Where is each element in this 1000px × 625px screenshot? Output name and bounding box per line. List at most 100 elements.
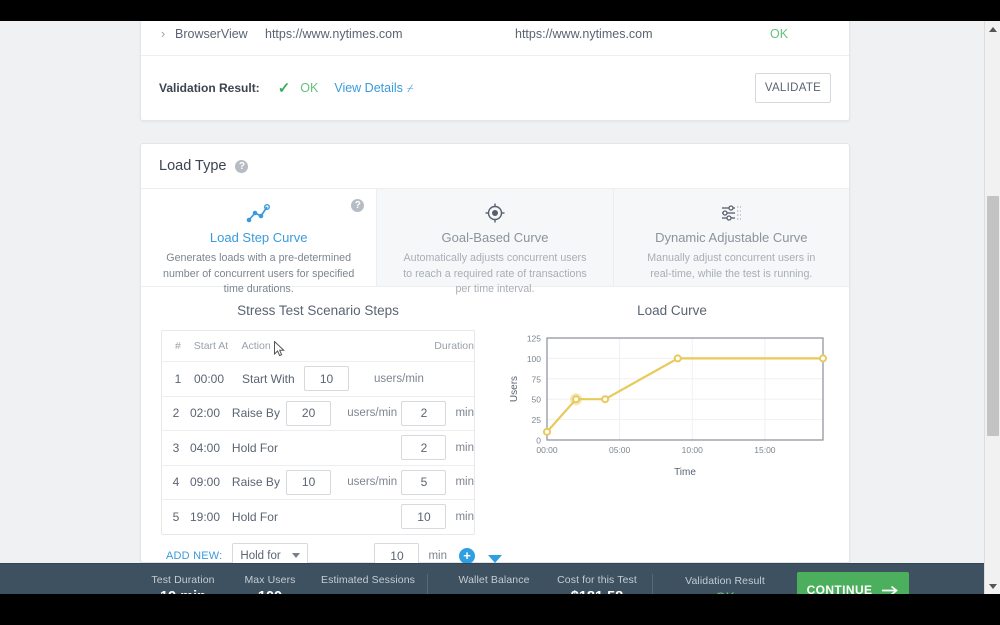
chevron-down-icon bbox=[292, 553, 301, 558]
footer-stat: Cost for this Test$181.58 bbox=[542, 574, 652, 594]
table-row: 5 19:00 Hold For min bbox=[162, 499, 474, 534]
load-curve-chart: 0 25 50 75 100 125 00:00 05:00 10:00 15:00 Time Use… bbox=[505, 330, 839, 483]
svg-text:05:00: 05:00 bbox=[609, 445, 631, 455]
validation-card: › BrowserView https://www.nytimes.com ht… bbox=[140, 21, 850, 121]
browser-view-name: BrowserView bbox=[175, 26, 248, 41]
browser-view-url-right: https://www.nytimes.com bbox=[515, 26, 653, 41]
tab-description: Automatically adjusts concurrent users t… bbox=[403, 252, 587, 296]
svg-text:Time: Time bbox=[674, 467, 696, 478]
footer-stat-label: Max Users bbox=[244, 574, 296, 586]
tab-load-step-curve[interactable]: ? Load Step Curve Generates loads with a… bbox=[141, 189, 378, 295]
sliders-icon bbox=[636, 201, 827, 225]
add-new-label: ADD NEW: bbox=[166, 549, 223, 562]
step-action: Start With bbox=[242, 371, 295, 386]
help-icon[interactable]: ? bbox=[351, 199, 365, 212]
browser-view-status: OK bbox=[770, 26, 789, 41]
footer-divider bbox=[652, 573, 653, 594]
browser-view-row[interactable]: › BrowserView https://www.nytimes.com ht… bbox=[141, 21, 849, 56]
scroll-down-icon[interactable] bbox=[985, 578, 1000, 594]
svg-text:00:00: 00:00 bbox=[536, 445, 558, 455]
validate-button[interactable]: VALIDATE bbox=[755, 73, 831, 103]
svg-text:25: 25 bbox=[532, 415, 542, 425]
step-value-input[interactable] bbox=[304, 366, 349, 392]
continue-button[interactable]: CONTINUE bbox=[797, 571, 909, 595]
table-row: 2 02:00 Raise By users/min min bbox=[162, 395, 474, 431]
load-type-tabs: ? Load Step Curve Generates loads with a… bbox=[141, 189, 849, 295]
step-unit: users/min bbox=[374, 372, 424, 385]
footer-stat-label: Cost for this Test bbox=[557, 574, 637, 586]
plus-icon[interactable]: + bbox=[459, 547, 475, 564]
step-unit: users/min bbox=[347, 407, 398, 420]
step-action: Hold For bbox=[231, 440, 278, 455]
arrow-right-icon bbox=[882, 585, 899, 594]
load-type-card: Load Type ? ? Load Step Curve Generates … bbox=[140, 143, 850, 569]
step-value-cell bbox=[286, 400, 347, 426]
continue-label: CONTINUE bbox=[806, 582, 873, 595]
header-num: # bbox=[174, 340, 181, 352]
scroll-up-icon[interactable] bbox=[985, 21, 1000, 37]
step-duration-unit: min bbox=[455, 510, 474, 523]
screen: › BrowserView https://www.nytimes.com ht… bbox=[0, 0, 1000, 625]
validation-result-value: OK bbox=[300, 81, 319, 95]
footer-stat-label: Test Duration bbox=[151, 574, 215, 586]
header-duration: Duration bbox=[434, 340, 474, 352]
table-row: 3 04:00 Hold For min bbox=[162, 430, 474, 465]
step-value-cell bbox=[286, 469, 347, 495]
load-type-body: Stress Test Scenario Steps # Start At Ac… bbox=[141, 287, 849, 573]
load-type-title: Load Type bbox=[159, 158, 227, 174]
step-unit: users/min bbox=[347, 476, 398, 489]
steps-table: # Start At Action Duration 1 00:00 Start W… bbox=[161, 330, 475, 535]
view-details-link[interactable]: View Details ⌿ bbox=[334, 81, 413, 96]
step-value-input[interactable] bbox=[286, 469, 332, 495]
svg-text:0: 0 bbox=[536, 436, 541, 446]
step-duration-unit: min bbox=[455, 441, 474, 454]
tab-label: Dynamic Adjustable Curve bbox=[655, 230, 808, 245]
step-action: Hold For bbox=[231, 509, 278, 524]
chevron-right-icon[interactable]: › bbox=[141, 26, 175, 41]
scrollbar-thumb[interactable] bbox=[987, 196, 999, 436]
step-curve-icon bbox=[163, 201, 354, 225]
step-duration-cell: min bbox=[401, 435, 474, 461]
letterbox-top bbox=[0, 0, 1000, 21]
footer-divider bbox=[427, 573, 428, 594]
letterbox-bottom bbox=[0, 594, 1000, 625]
footer-caret-icon bbox=[488, 555, 502, 563]
step-duration-input[interactable] bbox=[401, 469, 447, 495]
footer-stat: Wallet Balance—— bbox=[446, 574, 542, 594]
step-number: 5 bbox=[172, 509, 180, 524]
svg-text:100: 100 bbox=[527, 354, 541, 364]
help-icon[interactable]: ? bbox=[235, 159, 249, 173]
validation-result-label: Validation Result: bbox=[159, 81, 260, 95]
footer-stat: Test Duration19 min bbox=[135, 574, 231, 594]
step-duration-input[interactable] bbox=[401, 504, 447, 530]
step-duration-input[interactable] bbox=[401, 435, 447, 461]
step-value-input[interactable] bbox=[286, 400, 332, 426]
header-start-at: Start At bbox=[193, 340, 229, 352]
check-icon: ✓ bbox=[277, 80, 291, 97]
footer-stat: Max Users100 bbox=[231, 574, 309, 594]
step-duration-unit: min bbox=[455, 407, 474, 420]
page-viewport: › BrowserView https://www.nytimes.com ht… bbox=[0, 21, 1000, 594]
step-value-cell bbox=[304, 366, 374, 392]
tab-goal-based-curve[interactable]: Goal-Based Curve Automatically adjusts c… bbox=[377, 189, 614, 295]
footer-stat-label: Wallet Balance bbox=[458, 574, 530, 586]
page-scrollbar[interactable] bbox=[984, 21, 1000, 594]
view-details-label: View Details bbox=[334, 80, 403, 95]
chart-title: Load Curve bbox=[637, 303, 707, 318]
step-number: 2 bbox=[172, 406, 180, 421]
step-start-at: 04:00 bbox=[189, 440, 220, 455]
step-start-at: 00:00 bbox=[194, 371, 225, 386]
tab-dynamic-adjustable-curve[interactable]: Dynamic Adjustable Curve Manually adjust… bbox=[613, 189, 849, 286]
target-icon bbox=[399, 201, 590, 225]
step-duration-cell: min bbox=[401, 469, 474, 495]
svg-text:75: 75 bbox=[532, 374, 542, 384]
svg-text:125: 125 bbox=[527, 334, 541, 344]
step-duration-input[interactable] bbox=[401, 400, 447, 426]
header-action: Action bbox=[241, 340, 271, 352]
steps-table-header: # Start At Action Duration bbox=[162, 331, 474, 361]
step-action: Raise By bbox=[231, 475, 280, 490]
footer-stat-label: Estimated Sessions bbox=[320, 574, 415, 586]
load-type-header: Load Type ? bbox=[141, 144, 849, 189]
table-row: 1 00:00 Start With users/min bbox=[162, 361, 474, 396]
step-start-at: 19:00 bbox=[189, 509, 220, 524]
